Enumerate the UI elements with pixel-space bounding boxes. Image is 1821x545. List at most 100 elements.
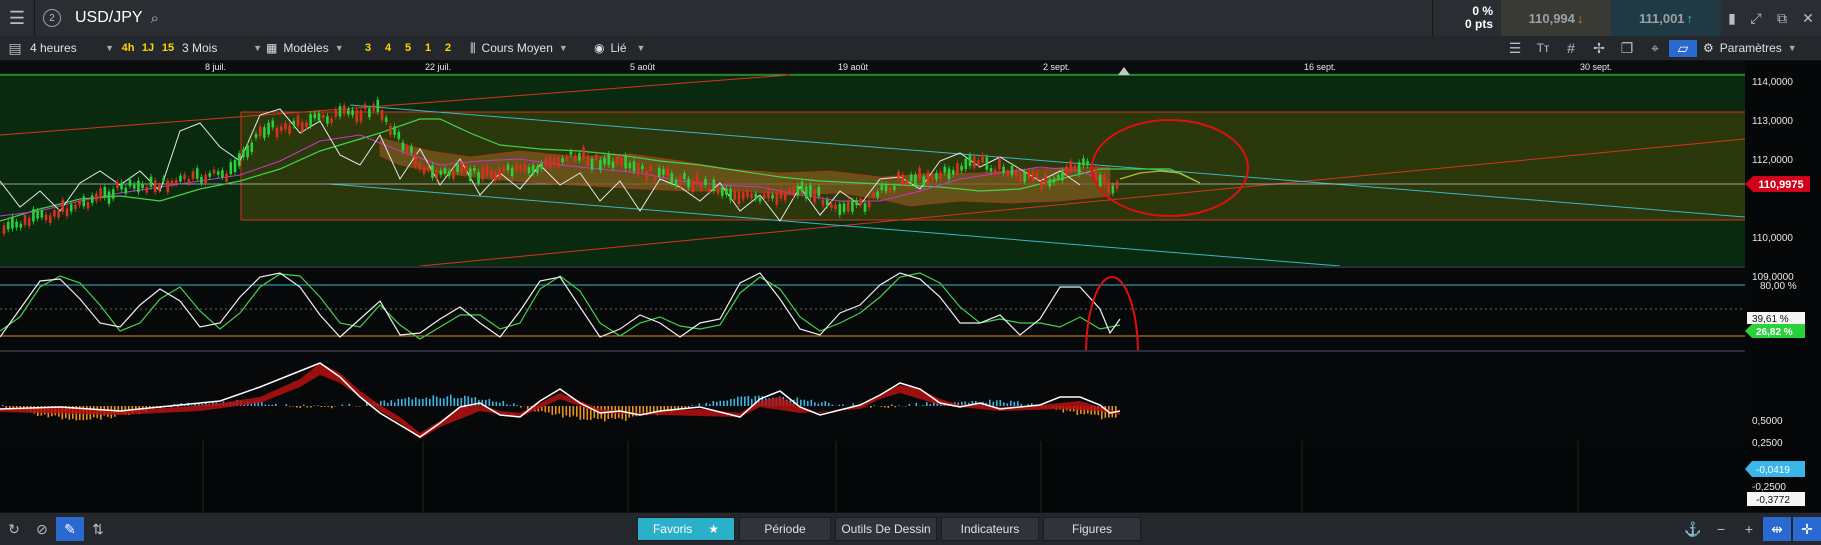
candle-body <box>242 149 245 157</box>
candle-body <box>398 132 401 139</box>
zoom-out-icon[interactable]: − <box>1707 521 1735 537</box>
candle-body <box>767 190 770 199</box>
candle-body <box>20 224 23 228</box>
zoom-in-icon[interactable]: + <box>1735 521 1763 537</box>
macd-value-badge-1: -0,0419 <box>1745 461 1805 477</box>
macd-bar <box>874 405 876 406</box>
macd-bar <box>895 406 897 407</box>
macd-bar <box>450 395 452 406</box>
macd-bar <box>492 402 494 406</box>
candle-body <box>524 164 527 170</box>
settings-button[interactable]: ⚙Paramètres▼ <box>1703 41 1821 55</box>
interval-chip-1j[interactable]: 1J <box>138 42 158 54</box>
search-icon[interactable]: ⌕ <box>151 10 159 27</box>
candle-body <box>956 163 959 174</box>
link-dropdown[interactable]: ◉Lié▼ <box>594 41 664 55</box>
pencil-icon[interactable]: ✎ <box>56 517 84 541</box>
macd-bar <box>499 403 501 406</box>
crosshair-icon[interactable]: ✢ <box>1585 40 1613 57</box>
tab-favoris[interactable]: Favoris★ <box>637 517 735 541</box>
macd-bar <box>853 403 855 406</box>
candle-body <box>918 168 921 178</box>
swap-icon[interactable]: ⇅ <box>84 521 112 538</box>
hamburger-icon[interactable]: ☰ <box>0 0 34 36</box>
tab-outils-de-dessin[interactable]: Outils De Dessin <box>835 517 937 541</box>
macd-bar <box>699 403 701 406</box>
macd-bar <box>828 403 830 406</box>
candle-body <box>742 192 745 199</box>
star-icon: ★ <box>708 522 719 536</box>
fit-all-icon[interactable]: ✛ <box>1793 517 1821 541</box>
layout-icon[interactable]: ☰ <box>1501 40 1529 57</box>
macd-bar <box>804 400 806 406</box>
change-block: 0 % 0 pts <box>1433 5 1501 31</box>
candle-body <box>931 177 934 180</box>
no-entry-icon[interactable]: ⊘ <box>28 521 56 538</box>
text-size-icon[interactable]: Tт <box>1529 41 1557 55</box>
template-chip-1[interactable]: 1 <box>418 42 438 54</box>
candle-body <box>696 174 699 184</box>
refresh-icon[interactable]: ↻ <box>0 521 28 538</box>
tab-figures[interactable]: Figures <box>1043 517 1141 541</box>
panel-icon[interactable]: ▮ <box>1721 10 1743 27</box>
chart-area[interactable]: 8 juil.22 juil.5 août19 août2 sept.16 se… <box>0 61 1821 512</box>
macd-bar <box>800 400 802 406</box>
interval-chip-4h[interactable]: 4h <box>118 42 138 54</box>
anchor-icon[interactable]: ⚓ <box>1679 521 1707 538</box>
candle-body <box>154 181 157 193</box>
tab-periode[interactable]: Période <box>739 517 831 541</box>
candle-body <box>549 157 552 169</box>
instrument-symbol[interactable]: USD/JPY <box>75 9 143 27</box>
candle-body <box>1116 181 1119 188</box>
list-icon[interactable]: ▤ <box>0 40 30 57</box>
tab-figures-label: Figures <box>1072 522 1112 536</box>
macd-tick-3: -0,2500 <box>1752 482 1786 493</box>
candle-body <box>389 126 392 135</box>
candle-body <box>1036 173 1039 178</box>
macd-bar <box>440 398 442 406</box>
candle-body <box>465 166 468 172</box>
chevron-down-icon: ▼ <box>335 43 344 53</box>
sell-price-button[interactable]: 110,994↓ <box>1501 0 1611 36</box>
macd-bar <box>303 405 305 406</box>
pin-icon[interactable]: ⌖ <box>1641 40 1669 57</box>
candle-body <box>923 176 926 185</box>
interval-dropdown[interactable]: 4 heures▼ <box>30 41 118 55</box>
template-chip-2[interactable]: 2 <box>438 42 458 54</box>
template-chip-4[interactable]: 4 <box>378 42 398 54</box>
candle-body <box>1061 170 1064 180</box>
candle-body <box>108 192 111 204</box>
interval-chip-15[interactable]: 15 <box>158 42 178 54</box>
copy-icon[interactable]: ❐ <box>1613 40 1641 57</box>
macd-value-badge-2: -0,3772 <box>1747 492 1805 506</box>
fit-horizontal-icon[interactable]: ⇹ <box>1763 517 1791 541</box>
range-dropdown[interactable]: 3 Mois▼ <box>182 41 266 55</box>
badge-icon[interactable]: 2 <box>35 9 69 27</box>
template-chip-5[interactable]: 5 <box>398 42 418 54</box>
macd-bar <box>996 400 998 406</box>
macd-bar <box>923 405 925 406</box>
candle-body <box>95 193 98 200</box>
templates-dropdown[interactable]: ▦Modèles▼ <box>266 41 352 55</box>
close-icon[interactable]: ✕ <box>1795 10 1821 27</box>
candle-body <box>356 110 359 122</box>
candle-body <box>133 185 136 189</box>
popout-icon[interactable]: ⧉ <box>1769 10 1795 27</box>
template-chip-3[interactable]: 3 <box>358 42 378 54</box>
candle-body <box>230 162 233 174</box>
buy-price-button[interactable]: 111,001↑ <box>1611 0 1721 36</box>
candle-body <box>225 173 228 181</box>
date-label: 8 juil. <box>205 62 226 72</box>
candle-body <box>704 179 707 185</box>
tag-icon[interactable]: ▱ <box>1669 40 1697 57</box>
candle-body <box>776 192 779 205</box>
tab-indicateurs[interactable]: Indicateurs <box>941 517 1039 541</box>
macd-bar <box>296 406 298 408</box>
grid-icon[interactable]: # <box>1557 40 1585 56</box>
macd-bar <box>720 401 722 406</box>
candle-body <box>519 166 522 170</box>
macd-bar <box>394 403 396 406</box>
price-type-dropdown[interactable]: ⫼Cours Moyen▼ <box>470 41 594 56</box>
expand-icon[interactable]: ⤢ <box>1743 10 1769 27</box>
candle-body <box>507 165 510 171</box>
